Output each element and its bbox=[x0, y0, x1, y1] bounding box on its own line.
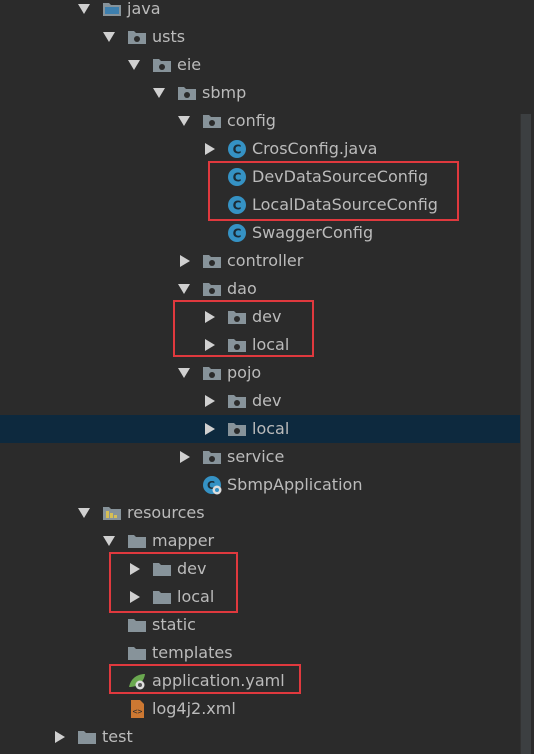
expand-arrow-down-icon[interactable] bbox=[77, 0, 91, 23]
tree-node[interactable]: C SbmpApplication bbox=[0, 471, 520, 499]
tree-node[interactable]: local bbox=[0, 415, 520, 443]
tree-node[interactable]: resources bbox=[0, 499, 520, 527]
project-tree: java usts eie sbmp config C CrosConfig.java C De… bbox=[0, 0, 534, 754]
highlight-datasource-configs bbox=[208, 161, 459, 221]
expand-arrow-down-icon[interactable] bbox=[177, 359, 191, 387]
tree-node[interactable]: static bbox=[0, 611, 520, 639]
tree-node-label: resources bbox=[127, 503, 205, 522]
tree-node-label: test bbox=[102, 727, 133, 746]
package-icon bbox=[177, 83, 197, 103]
tree-node[interactable]: usts bbox=[0, 23, 520, 51]
tree-node-label: local bbox=[252, 419, 290, 438]
package-icon bbox=[152, 55, 172, 75]
expand-arrow-down-icon[interactable] bbox=[102, 527, 116, 555]
tree-node-label: eie bbox=[177, 55, 202, 74]
expand-arrow-down-icon[interactable] bbox=[152, 79, 166, 107]
expand-arrow-down-icon[interactable] bbox=[77, 499, 91, 527]
expand-arrow-down-icon[interactable] bbox=[127, 51, 141, 79]
highlight-application-yaml bbox=[109, 664, 301, 694]
folder-source-icon bbox=[102, 0, 122, 19]
package-icon bbox=[127, 27, 147, 47]
tree-node-label: controller bbox=[227, 251, 304, 270]
tree-node-label: sbmp bbox=[202, 83, 247, 102]
xml-file-icon: <> bbox=[127, 699, 147, 719]
expand-arrow-down-icon[interactable] bbox=[102, 23, 116, 51]
tree-node[interactable]: dev bbox=[0, 387, 520, 415]
svg-text:C: C bbox=[233, 227, 242, 241]
package-icon bbox=[202, 251, 222, 271]
folder-icon bbox=[77, 727, 97, 747]
tree-node-label: CrosConfig.java bbox=[252, 139, 378, 158]
folder-icon bbox=[127, 615, 147, 635]
tree-node[interactable]: sbmp bbox=[0, 79, 520, 107]
folder-resources-icon bbox=[102, 503, 122, 523]
tree-node-label: templates bbox=[152, 643, 233, 662]
tree-node[interactable]: test bbox=[0, 723, 520, 751]
tree-node[interactable]: C SwaggerConfig bbox=[0, 219, 520, 247]
java-class-icon: C bbox=[227, 139, 247, 159]
java-class-icon: C bbox=[227, 223, 247, 243]
expand-arrow-right-icon[interactable] bbox=[177, 443, 191, 471]
tree-node-label: usts bbox=[152, 27, 186, 46]
expand-arrow-right-icon[interactable] bbox=[202, 135, 216, 163]
package-icon bbox=[202, 447, 222, 467]
folder-icon bbox=[127, 643, 147, 663]
tree-node[interactable]: pojo bbox=[0, 359, 520, 387]
package-icon bbox=[202, 363, 222, 383]
tree-node-label: java bbox=[127, 0, 161, 18]
tree-node[interactable]: controller bbox=[0, 247, 520, 275]
tree-node[interactable]: mapper bbox=[0, 527, 520, 555]
tree-node-label: SwaggerConfig bbox=[252, 223, 374, 242]
tree-node-label: dao bbox=[227, 279, 257, 298]
spring-boot-class-icon: C bbox=[202, 475, 222, 495]
package-icon bbox=[227, 419, 247, 439]
tree-node[interactable]: java bbox=[0, 0, 520, 23]
tree-node-label: service bbox=[227, 447, 285, 466]
tree-node-label: pojo bbox=[227, 363, 262, 382]
tree-node-label: config bbox=[227, 111, 276, 130]
package-icon bbox=[202, 111, 222, 131]
tree-node[interactable]: dev bbox=[0, 555, 520, 583]
tree-node[interactable]: service bbox=[0, 443, 520, 471]
highlight-dao-subpackages bbox=[173, 300, 314, 357]
tree-node-label: SbmpApplication bbox=[227, 475, 363, 494]
tree-node[interactable]: config bbox=[0, 107, 520, 135]
package-icon bbox=[202, 279, 222, 299]
tree-node-label: mapper bbox=[152, 531, 215, 550]
tree-node[interactable]: templates bbox=[0, 639, 520, 667]
expand-arrow-down-icon[interactable] bbox=[177, 275, 191, 303]
expand-arrow-right-icon[interactable] bbox=[177, 247, 191, 275]
svg-text:C: C bbox=[233, 143, 242, 157]
folder-icon bbox=[127, 531, 147, 551]
tree-node[interactable]: dao bbox=[0, 275, 520, 303]
package-icon bbox=[227, 391, 247, 411]
tree-node[interactable]: local bbox=[0, 583, 520, 611]
svg-text:<>: <> bbox=[133, 707, 143, 716]
expand-arrow-down-icon[interactable] bbox=[177, 107, 191, 135]
vertical-scrollbar[interactable] bbox=[520, 114, 531, 754]
expand-arrow-right-icon[interactable] bbox=[202, 387, 216, 415]
highlight-mapper-subfolders bbox=[109, 552, 238, 613]
tree-node[interactable]: eie bbox=[0, 51, 520, 79]
tree-node-label: dev bbox=[252, 391, 282, 410]
tree-node-label: log4j2.xml bbox=[152, 699, 236, 718]
tree-node[interactable]: <> log4j2.xml bbox=[0, 695, 520, 723]
expand-arrow-right-icon[interactable] bbox=[52, 723, 66, 751]
tree-node-label: static bbox=[152, 615, 196, 634]
expand-arrow-right-icon[interactable] bbox=[202, 415, 216, 443]
tree-node[interactable]: C CrosConfig.java bbox=[0, 135, 520, 163]
